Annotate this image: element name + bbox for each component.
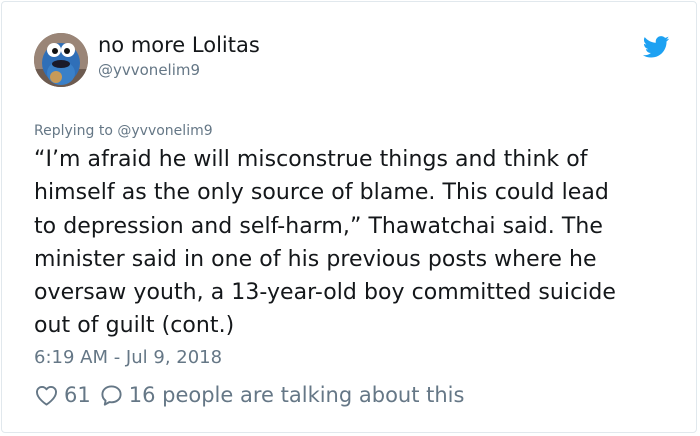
cookie-monster-avatar-image	[34, 33, 88, 87]
tweet-line: oversaw youth, a 13-year-old boy committ…	[34, 280, 616, 306]
tweet-line: minister said in one of his previous pos…	[34, 246, 597, 272]
tweet-card: no more Lolitas @yvvonelim9 Replying to …	[1, 1, 697, 433]
reply-prefix: Replying to	[34, 123, 113, 139]
twitter-bird-icon-svg	[642, 36, 670, 58]
reply-to-link[interactable]: @yvvonelim9	[117, 123, 212, 139]
twitter-bird-icon[interactable]	[642, 36, 670, 58]
user-handle[interactable]: @yvvonelim9	[98, 61, 200, 79]
tweet-line: himself as the only source of blame. Thi…	[34, 180, 609, 206]
tweet-footer: 61 16 people are talking about this	[35, 381, 464, 409]
avatar[interactable]	[34, 33, 88, 87]
talking-count: 16 people are talking about this	[128, 383, 465, 407]
timestamp[interactable]: 6:19 AM - Jul 9, 2018	[34, 347, 222, 368]
tweet-line: to depression and self-harm,” Thawatchai…	[34, 213, 603, 239]
speech-bubble-icon	[101, 384, 122, 406]
reply-context: Replying to @yvvonelim9	[34, 123, 213, 139]
conversation-link[interactable]: 16 people are talking about this	[100, 383, 465, 407]
like-button[interactable]: 61	[35, 383, 91, 407]
tweet-line: out of guilt (cont.)	[34, 313, 235, 339]
tweet-line: “I’m afraid he will misconstrue things a…	[34, 147, 588, 172]
like-count: 61	[64, 383, 91, 407]
tweet-text: “I’m afraid he will misconstrue things a…	[34, 143, 684, 343]
display-name[interactable]: no more Lolitas	[98, 33, 260, 57]
heart-icon	[36, 385, 57, 406]
